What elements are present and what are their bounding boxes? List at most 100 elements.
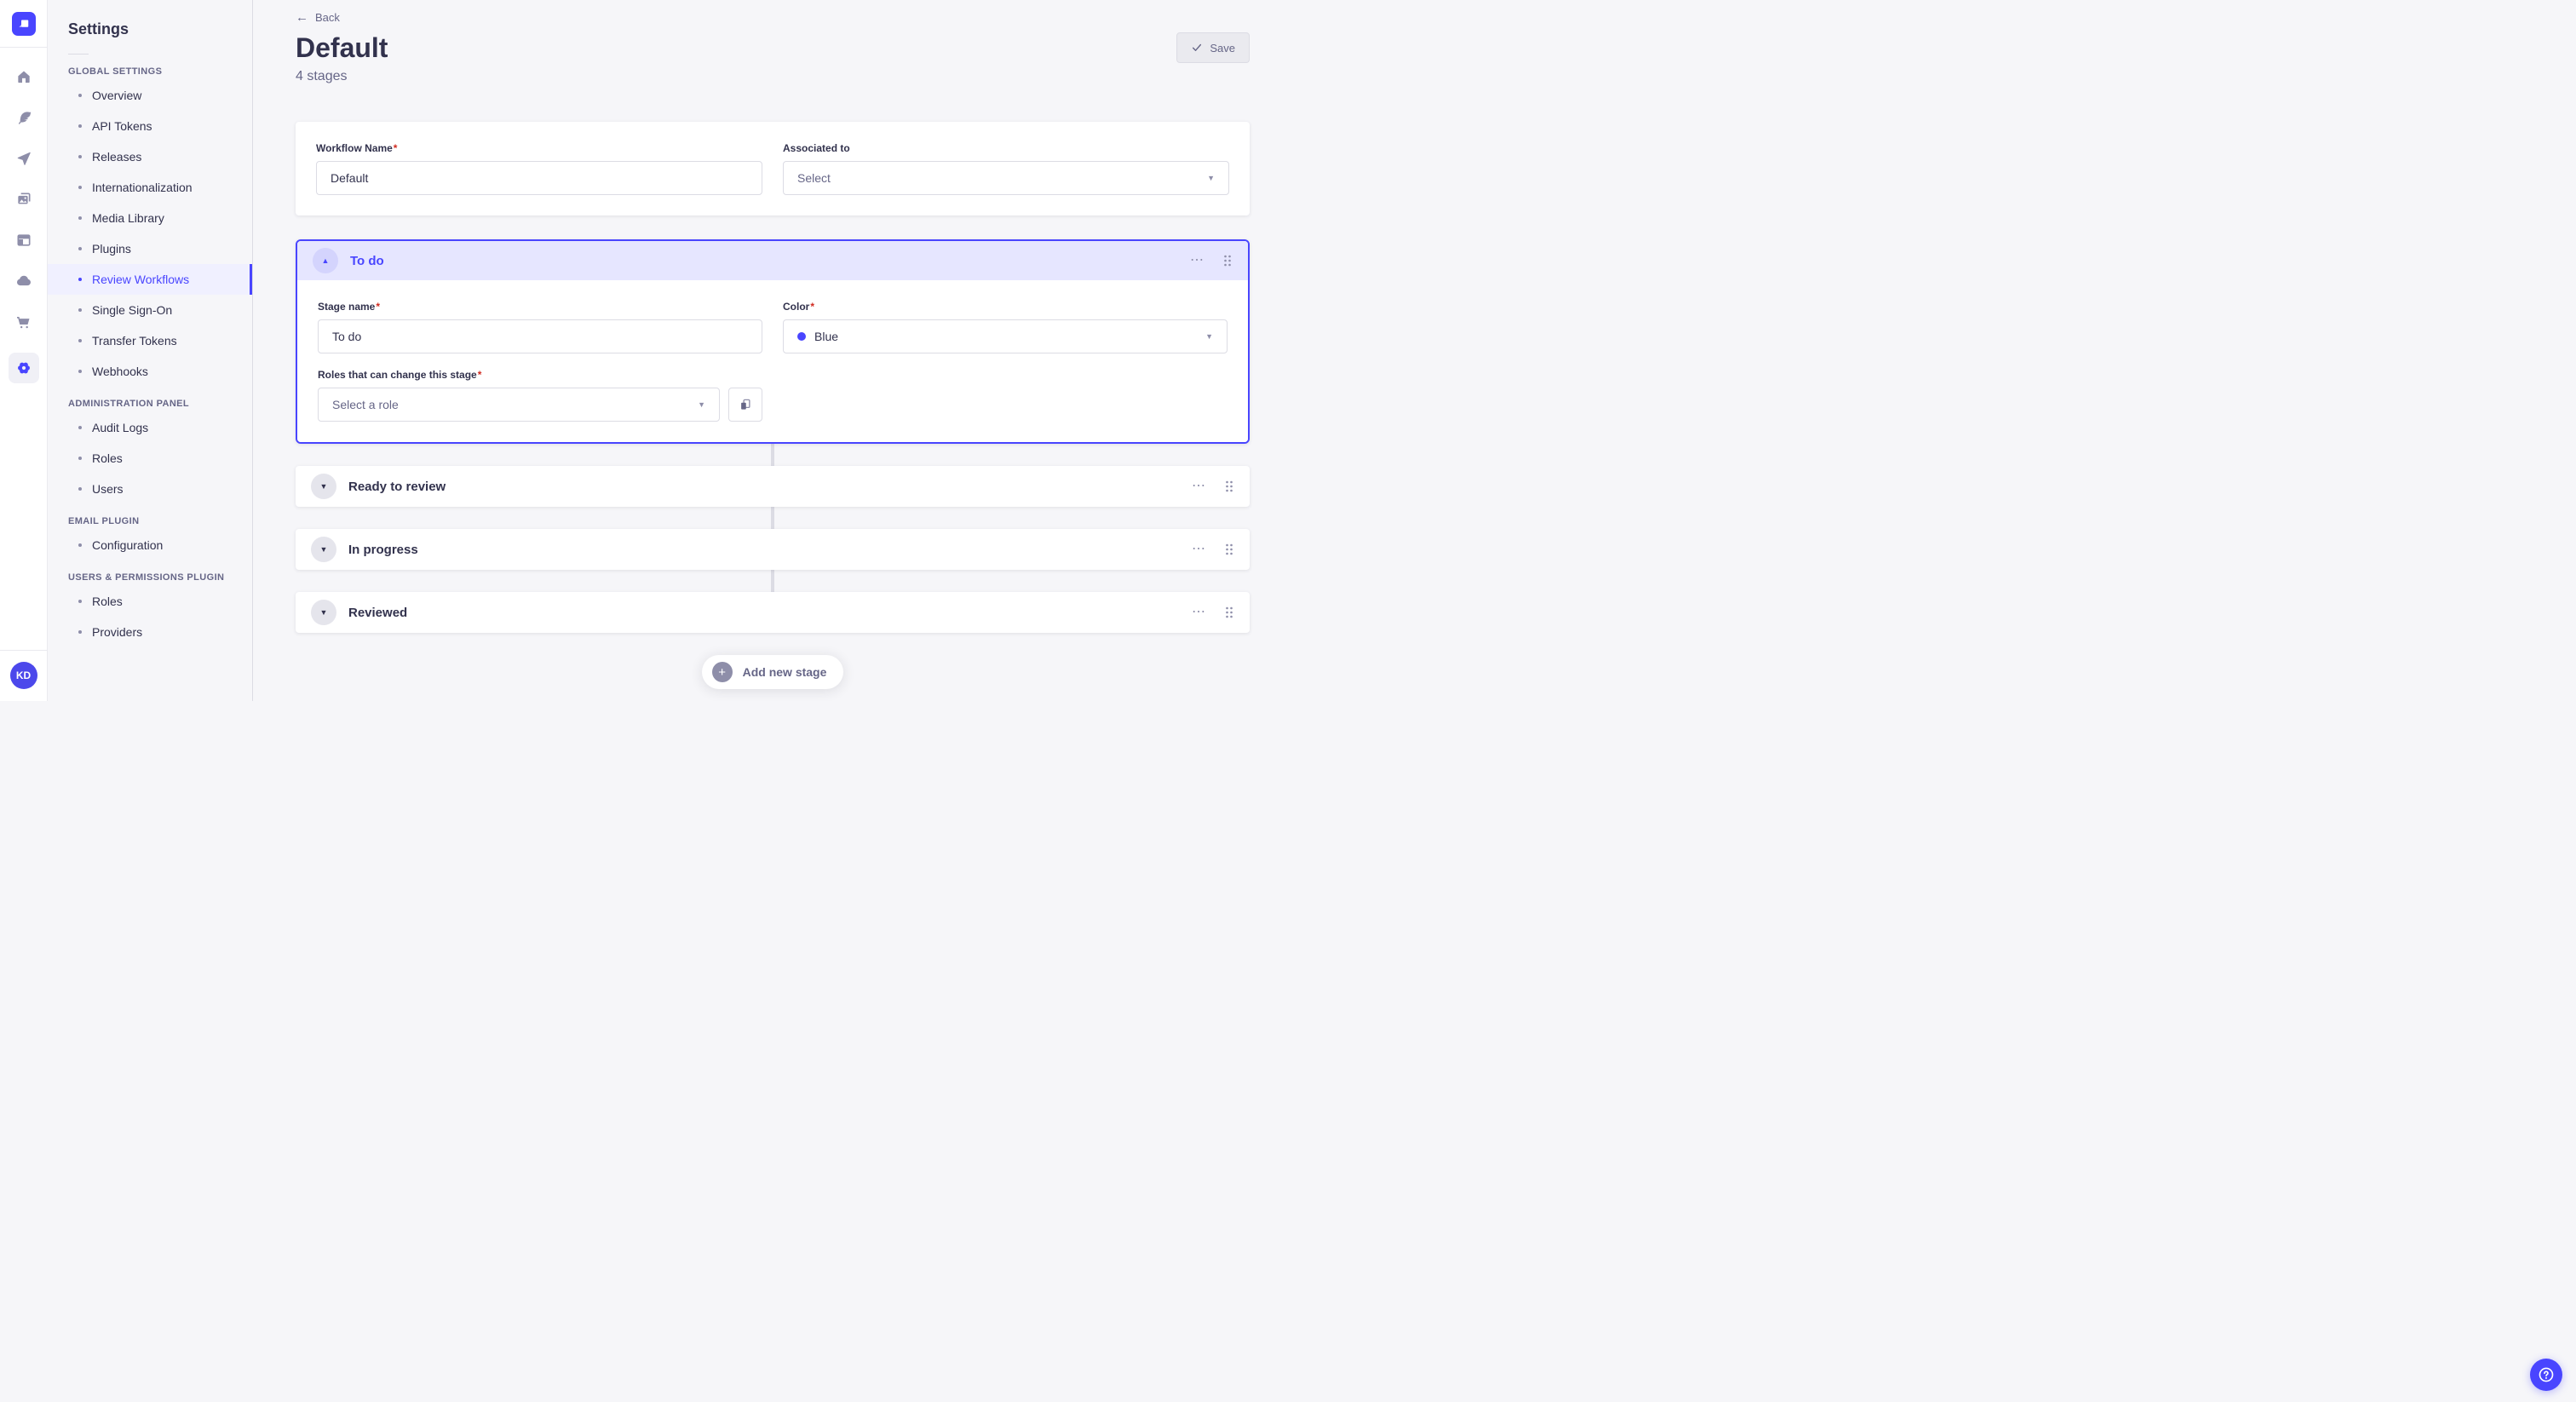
user-avatar[interactable]: KD xyxy=(9,662,37,689)
stage-title: Ready to review xyxy=(348,479,446,494)
roles-select[interactable]: Select a role ▼ xyxy=(318,388,720,422)
sidebar-item-audit-logs[interactable]: Audit Logs xyxy=(48,412,252,443)
sidebar-item-webhooks[interactable]: Webhooks xyxy=(48,356,252,387)
stage-roles-field-group: Roles that can change this stage* Select… xyxy=(318,369,762,422)
gear-icon[interactable] xyxy=(8,353,39,383)
bullet-icon xyxy=(78,308,82,312)
copy-icon xyxy=(741,399,750,410)
help-button[interactable] xyxy=(2530,1359,2562,1391)
drag-handle-icon[interactable] xyxy=(1224,543,1234,556)
section-label-email-plugin: EMAIL PLUGIN xyxy=(68,516,140,526)
chevron-down-icon: ▼ xyxy=(1207,174,1215,182)
color-name: Blue xyxy=(814,330,839,343)
sidebar-item-label: Configuration xyxy=(92,538,164,552)
bullet-icon xyxy=(78,339,82,342)
more-options-icon[interactable]: ⋯ xyxy=(1190,254,1204,267)
sidebar-item-plugins[interactable]: Plugins xyxy=(48,233,252,264)
bullet-icon xyxy=(78,426,82,429)
sidebar-item-providers[interactable]: Providers xyxy=(48,617,252,647)
sidebar-item-users[interactable]: Users xyxy=(48,474,252,504)
bullet-icon xyxy=(78,247,82,250)
associated-to-label: Associated to xyxy=(783,142,850,154)
associated-to-select[interactable]: Select ▼ xyxy=(783,161,1229,195)
bullet-icon xyxy=(78,216,82,220)
color-select[interactable]: Blue ▼ xyxy=(783,319,1228,353)
images-icon[interactable] xyxy=(14,189,34,210)
color-swatch-blue xyxy=(797,332,806,341)
chevron-down-icon: ▼ xyxy=(698,400,705,409)
drag-handle-icon[interactable] xyxy=(1224,606,1234,619)
more-options-icon[interactable]: ⋯ xyxy=(1192,480,1205,493)
stage-body-to-do: Stage name* Color* Blue xyxy=(297,280,1248,442)
back-link[interactable]: ← Back xyxy=(296,11,340,24)
sidebar-item-media-library[interactable]: Media Library xyxy=(48,203,252,233)
roles-label: Roles that can change this stage* xyxy=(318,369,762,381)
color-select-value: Blue xyxy=(797,330,838,343)
stage-card-reviewed: ▼ Reviewed ⋯ xyxy=(296,592,1250,633)
sidebar-item-review-workflows[interactable]: Review Workflows xyxy=(48,264,252,295)
sidebar-item-label: Overview xyxy=(92,89,142,102)
nav-rail-icons xyxy=(8,48,39,650)
sidebar-item-admin-roles[interactable]: Roles xyxy=(48,443,252,474)
nav-rail-user-section: KD xyxy=(0,650,47,701)
sidebar-item-internationalization[interactable]: Internationalization xyxy=(48,172,252,203)
drag-handle-icon[interactable] xyxy=(1224,480,1234,493)
bullet-icon xyxy=(78,487,82,491)
save-label: Save xyxy=(1210,41,1235,55)
sidebar-item-api-tokens[interactable]: API Tokens xyxy=(48,111,252,141)
sidebar-item-label: Transfer Tokens xyxy=(92,334,177,348)
workflow-name-label: Workflow Name* xyxy=(316,142,762,154)
more-options-icon[interactable]: ⋯ xyxy=(1192,606,1205,619)
bullet-icon xyxy=(78,600,82,603)
collapse-stage-button[interactable]: ▲ xyxy=(313,248,338,273)
sidebar-item-label: Users xyxy=(92,482,124,496)
expand-stage-button[interactable]: ▼ xyxy=(311,600,336,625)
app-root: KD Settings GLOBAL SETTINGS Overview API… xyxy=(0,0,1288,701)
expand-stage-button[interactable]: ▼ xyxy=(311,537,336,562)
cart-icon[interactable] xyxy=(14,312,34,332)
feather-icon[interactable] xyxy=(14,107,34,128)
users-permissions-list: Roles Providers xyxy=(48,586,252,647)
stage-title: In progress xyxy=(348,542,418,557)
back-arrow-icon: ← xyxy=(296,10,308,25)
sidebar-item-label: Media Library xyxy=(92,211,164,225)
stage-name-input[interactable] xyxy=(318,319,762,353)
more-options-icon[interactable]: ⋯ xyxy=(1192,543,1205,556)
stage-card-ready-to-review: ▼ Ready to review ⋯ xyxy=(296,466,1250,507)
workflow-name-label-text: Workflow Name xyxy=(316,142,393,154)
sidebar-item-single-sign-on[interactable]: Single Sign-On xyxy=(48,295,252,325)
layout-icon[interactable] xyxy=(14,230,34,250)
section-label-administration-panel: ADMINISTRATION PANEL xyxy=(68,399,190,409)
back-label: Back xyxy=(315,11,340,24)
sidebar-item-label: Roles xyxy=(92,595,123,608)
add-new-stage-button[interactable]: + Add new stage xyxy=(701,655,844,689)
cloud-icon[interactable] xyxy=(14,271,34,291)
paper-plane-icon[interactable] xyxy=(14,148,34,169)
required-asterisk: * xyxy=(810,301,815,313)
sidebar-item-up-roles[interactable]: Roles xyxy=(48,586,252,617)
workflow-name-input[interactable] xyxy=(316,161,762,195)
drag-handle-icon[interactable] xyxy=(1222,254,1233,267)
bullet-icon xyxy=(78,370,82,373)
save-button[interactable]: Save xyxy=(1176,32,1250,63)
sidebar-item-releases[interactable]: Releases xyxy=(48,141,252,172)
nav-rail: KD xyxy=(0,0,48,701)
home-icon[interactable] xyxy=(14,66,34,87)
required-asterisk: * xyxy=(376,301,381,313)
triangle-up-icon: ▲ xyxy=(321,256,330,265)
strapi-logo[interactable] xyxy=(11,12,36,36)
sidebar-item-transfer-tokens[interactable]: Transfer Tokens xyxy=(48,325,252,356)
stages-section: ▲ To do ⋯ Stage name* To do Color* Blue … xyxy=(296,239,1250,689)
sidebar-item-configuration[interactable]: Configuration xyxy=(48,530,252,560)
workflow-name-field-group: Workflow Name* xyxy=(316,142,762,195)
sidebar-item-label: Roles xyxy=(92,451,123,465)
sidebar-item-overview[interactable]: Overview xyxy=(48,80,252,111)
stage-header-to-do: ▲ To do ⋯ xyxy=(297,241,1248,280)
sidebar-item-label: Plugins xyxy=(92,242,131,256)
associated-to-field-group: Associated to Select ▼ xyxy=(783,142,1229,195)
expand-stage-button[interactable]: ▼ xyxy=(311,474,336,499)
roles-select-placeholder: Select a role xyxy=(332,398,399,411)
bullet-icon xyxy=(78,278,82,281)
chevron-down-icon: ▼ xyxy=(1205,332,1213,341)
duplicate-roles-button[interactable] xyxy=(728,388,762,422)
